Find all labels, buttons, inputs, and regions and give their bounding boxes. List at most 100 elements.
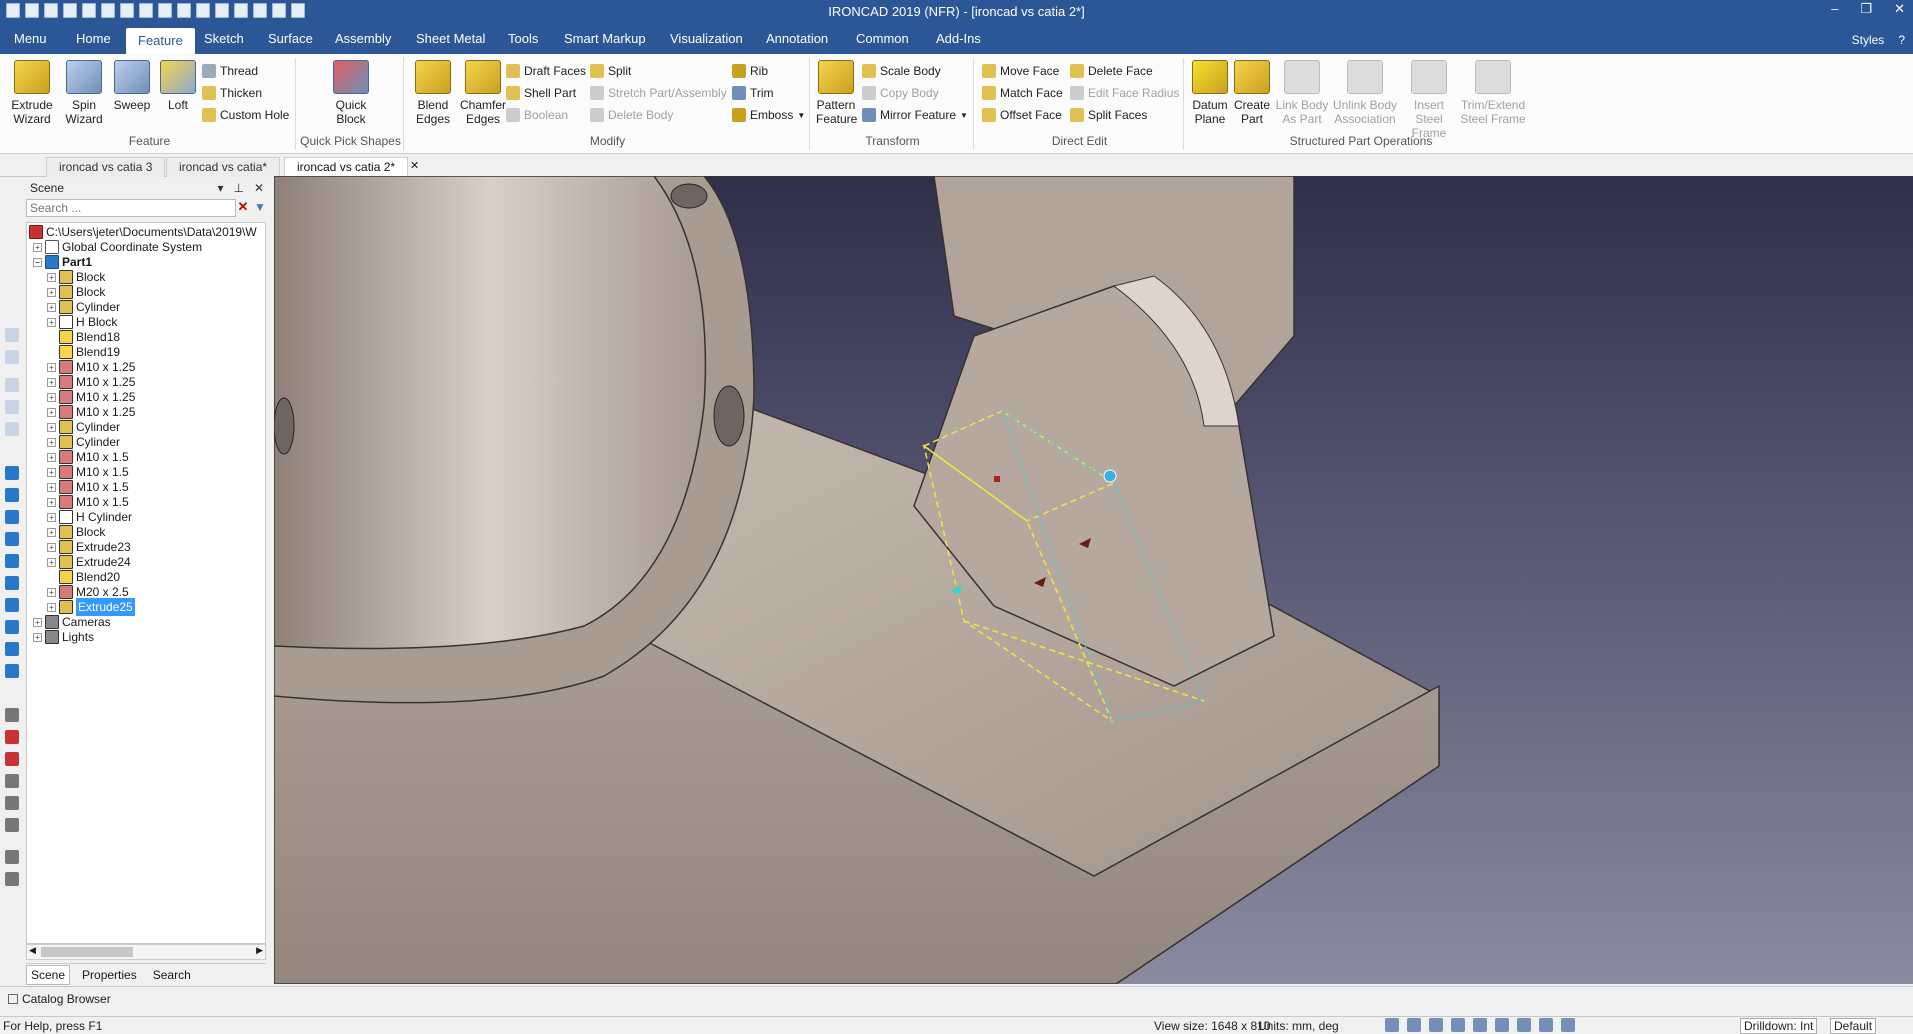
- expand-icon[interactable]: +: [47, 287, 56, 297]
- thread-button[interactable]: Thread: [202, 64, 258, 78]
- copy-body-button[interactable]: Copy Body: [862, 86, 939, 100]
- expand-icon[interactable]: +: [47, 317, 56, 327]
- expand-icon[interactable]: +: [33, 617, 42, 627]
- drilldown-dropdown[interactable]: Drilldown: Int: [1740, 1018, 1818, 1034]
- blend-edges-button[interactable]: Blend Edges: [410, 60, 456, 126]
- tab-tools[interactable]: Tools: [508, 31, 538, 46]
- expand-icon[interactable]: +: [47, 557, 56, 567]
- display-icon[interactable]: [1539, 1018, 1553, 1032]
- expand-icon[interactable]: +: [47, 437, 56, 447]
- split-button[interactable]: Split: [590, 64, 631, 78]
- tab-assembly[interactable]: Assembly: [335, 31, 391, 46]
- dimension-icon[interactable]: [5, 850, 19, 864]
- expand-icon[interactable]: +: [47, 527, 56, 537]
- stretch-part-button[interactable]: Stretch Part/Assembly: [590, 86, 727, 100]
- scale-body-button[interactable]: Scale Body: [862, 64, 941, 78]
- boolean-button[interactable]: Boolean: [506, 108, 568, 122]
- filter-icon[interactable]: ▼: [254, 200, 266, 214]
- doc-tab-1[interactable]: ironcad vs catia 3: [46, 157, 166, 177]
- expand-icon[interactable]: +: [47, 407, 56, 417]
- create-part-button[interactable]: Create Part: [1232, 60, 1272, 126]
- thicken-button[interactable]: Thicken: [202, 86, 262, 100]
- panel-menu-icon[interactable]: ▾: [217, 181, 223, 195]
- expand-icon[interactable]: +: [33, 632, 42, 642]
- tree-lights[interactable]: + Lights: [33, 628, 94, 646]
- datum-plane-button[interactable]: Datum Plane: [1190, 60, 1230, 126]
- expand-icon[interactable]: +: [47, 377, 56, 387]
- expand-icon[interactable]: +: [47, 467, 56, 477]
- tool-icon-5[interactable]: [5, 422, 19, 436]
- tab-sheet-metal[interactable]: Sheet Metal: [416, 31, 485, 46]
- view-normal-icon[interactable]: [5, 620, 19, 634]
- tri-ball-icon[interactable]: [5, 730, 19, 744]
- help-icon[interactable]: ?: [1898, 33, 1905, 47]
- tab-visualization[interactable]: Visualization: [670, 31, 743, 46]
- tab-smart-markup[interactable]: Smart Markup: [564, 31, 646, 46]
- emboss-button[interactable]: Emboss ▼: [732, 108, 805, 122]
- constraint-icon[interactable]: [5, 818, 19, 832]
- measure-icon[interactable]: [5, 708, 19, 722]
- tab-annotation[interactable]: Annotation: [766, 31, 828, 46]
- tool-icon-2[interactable]: [5, 350, 19, 364]
- expand-icon[interactable]: +: [33, 242, 42, 252]
- doc-tab-2[interactable]: ironcad vs catia*: [166, 157, 281, 177]
- tree-horizontal-scrollbar[interactable]: ◀ ▶: [26, 944, 266, 960]
- scroll-right-icon[interactable]: ▶: [256, 945, 263, 956]
- camera-icon[interactable]: [1517, 1018, 1531, 1032]
- orbit-icon[interactable]: [1451, 1018, 1465, 1032]
- split-faces-button[interactable]: Split Faces: [1070, 108, 1147, 122]
- unlink-body-button[interactable]: Unlink Body Association: [1332, 60, 1398, 126]
- tab-sketch[interactable]: Sketch: [204, 31, 244, 46]
- delete-body-button[interactable]: Delete Body: [590, 108, 673, 122]
- custom-hole-button[interactable]: Custom Hole: [202, 108, 289, 122]
- delete-face-button[interactable]: Delete Face: [1070, 64, 1153, 78]
- tab-home[interactable]: Home: [76, 31, 111, 46]
- rib-button[interactable]: Rib: [732, 64, 768, 78]
- tab-feature[interactable]: Feature: [126, 28, 195, 54]
- view-top-icon[interactable]: [5, 488, 19, 502]
- expand-icon[interactable]: +: [47, 452, 56, 462]
- scene-search-input[interactable]: [26, 199, 236, 217]
- tab-scene[interactable]: Scene: [26, 964, 71, 985]
- pan-icon[interactable]: [1429, 1018, 1443, 1032]
- expand-icon[interactable]: +: [47, 602, 56, 612]
- expand-icon[interactable]: +: [47, 272, 56, 282]
- pin-icon[interactable]: ⊥: [233, 181, 243, 195]
- tool-icon-3[interactable]: [5, 378, 19, 392]
- tab-search[interactable]: Search: [149, 966, 195, 984]
- pattern-feature-button[interactable]: Pattern Feature: [816, 60, 857, 126]
- trim-extend-steel-frame-button[interactable]: Trim/Extend Steel Frame: [1460, 60, 1526, 126]
- doc-tab-3[interactable]: ironcad vs catia 2*: [284, 157, 409, 177]
- tab-common[interactable]: Common: [856, 31, 909, 46]
- view-front-icon[interactable]: [5, 466, 19, 480]
- view-fit-icon[interactable]: [5, 664, 19, 678]
- tool-icon-4[interactable]: [5, 400, 19, 414]
- tab-add-ins[interactable]: Add-Ins: [936, 31, 981, 46]
- tool-icon-1[interactable]: [5, 328, 19, 342]
- link-body-button[interactable]: Link Body As Part: [1274, 60, 1330, 126]
- close-button[interactable]: ✕: [1894, 1, 1905, 17]
- chamfer-edges-button[interactable]: Chamfer Edges: [458, 60, 508, 126]
- catalog-browser-bar[interactable]: Catalog Browser: [0, 986, 1913, 1010]
- handle-point-icon[interactable]: [994, 476, 1000, 482]
- move-face-button[interactable]: Move Face: [982, 64, 1059, 78]
- view-iso-icon[interactable]: [5, 598, 19, 612]
- view-bottom-icon[interactable]: [5, 554, 19, 568]
- minimize-button[interactable]: –: [1831, 1, 1838, 17]
- expand-icon[interactable]: +: [47, 542, 56, 552]
- expand-icon[interactable]: +: [47, 482, 56, 492]
- handle-anchor-icon[interactable]: [1103, 469, 1117, 483]
- angle-icon[interactable]: [5, 774, 19, 788]
- match-face-button[interactable]: Match Face: [982, 86, 1063, 100]
- tab-properties[interactable]: Properties: [78, 966, 141, 984]
- trim-button[interactable]: Trim: [732, 86, 774, 100]
- styles-dropdown[interactable]: Styles: [1852, 33, 1885, 47]
- scroll-left-icon[interactable]: ◀: [29, 945, 36, 956]
- anchor-icon[interactable]: [5, 752, 19, 766]
- collapse-icon[interactable]: −: [33, 257, 42, 267]
- view-left-icon[interactable]: [5, 576, 19, 590]
- zoom-icon[interactable]: [1385, 1018, 1399, 1032]
- shading-icon[interactable]: [1495, 1018, 1509, 1032]
- style-dropdown[interactable]: Default: [1830, 1018, 1877, 1034]
- loft-button[interactable]: Loft: [156, 60, 200, 112]
